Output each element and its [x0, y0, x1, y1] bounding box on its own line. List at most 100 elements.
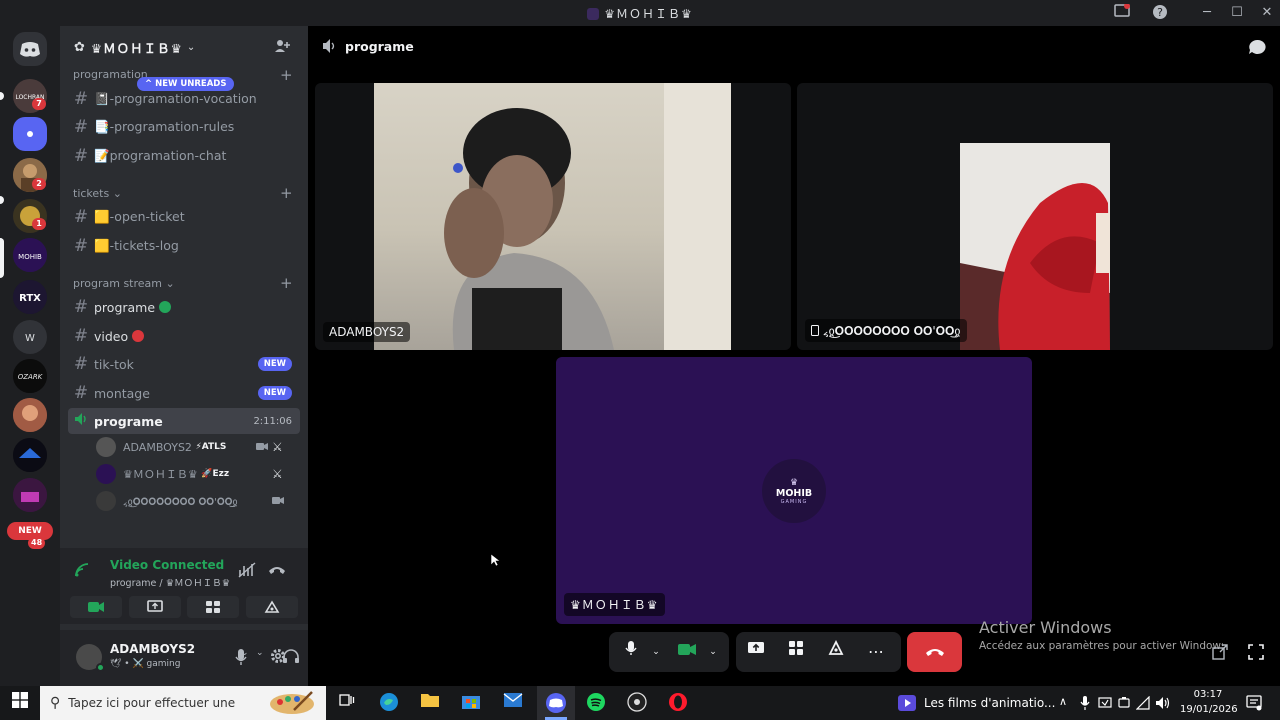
inbox-icon[interactable] — [1113, 3, 1131, 22]
camera-button[interactable] — [70, 596, 122, 618]
server-icon-rtx[interactable]: RTX — [13, 280, 47, 314]
discord-home-icon[interactable] — [13, 32, 47, 66]
notification-center-icon[interactable] — [1246, 695, 1262, 715]
chevron-down-icon[interactable]: ⌄ — [256, 648, 264, 658]
invite-people-icon[interactable] — [274, 38, 290, 58]
activities-button[interactable] — [187, 596, 240, 618]
channel-programation-chat[interactable]: # 📝programation-chat — [68, 143, 300, 169]
volume-icon[interactable] — [1155, 695, 1171, 714]
channel-video[interactable]: # video — [68, 323, 300, 349]
paint-palette-icon — [268, 690, 316, 720]
mention-badge: 1 — [32, 218, 46, 230]
camera-icon — [678, 644, 696, 655]
category-programation[interactable]: programation — [73, 68, 148, 81]
taskbar-search[interactable]: ⚲ Tapez ici pour effectuer une — [40, 686, 326, 720]
share-screen-button[interactable] — [128, 596, 181, 618]
maximize-icon[interactable]: ☐ — [1228, 4, 1246, 22]
settings-gear-icon[interactable] — [270, 648, 286, 668]
server-icon — [587, 8, 600, 20]
hash-icon: # — [73, 236, 89, 256]
headphones-chevron-icon[interactable]: ⌄ — [241, 648, 249, 658]
server-icon-w[interactable]: W — [13, 320, 47, 354]
add-channel-icon[interactable]: + — [280, 274, 293, 292]
pop-out-icon[interactable] — [1212, 644, 1228, 664]
media-player-icon[interactable] — [898, 695, 916, 715]
noise-suppression-icon[interactable] — [238, 562, 256, 582]
server-icon-2[interactable] — [13, 117, 47, 151]
mouse-cursor-icon — [490, 552, 501, 571]
close-icon[interactable]: ✕ — [1258, 4, 1276, 22]
soundboard-button[interactable] — [245, 596, 298, 618]
category-program-stream[interactable]: program stream ⌄ — [73, 277, 175, 290]
voice-user[interactable]: ADAMBOYS2 ⚡ATLS ⚔ — [96, 435, 296, 459]
soundboard-icon — [828, 639, 844, 655]
unread-pip — [0, 196, 4, 204]
microphone-tray-icon[interactable] — [1080, 695, 1090, 714]
microphone-button[interactable] — [618, 639, 644, 665]
clock-date[interactable]: 19/01/2026 — [1180, 704, 1238, 715]
disconnect-icon[interactable] — [268, 562, 286, 581]
video-tile-mohib[interactable]: ♛ MOHIB GAMING ♛ＭＯＨＩＢ♛ — [556, 357, 1032, 624]
hang-up-icon — [925, 649, 944, 656]
minimize-icon[interactable]: ─ — [1198, 4, 1216, 22]
camera-button[interactable] — [674, 639, 700, 665]
channel-open-ticket[interactable]: # 🟨-open-ticket — [68, 204, 300, 230]
avatar — [96, 437, 116, 457]
soundboard-button[interactable] — [823, 639, 849, 665]
camera-options-chevron-icon[interactable]: ⌄ — [700, 639, 726, 665]
category-tickets[interactable]: tickets ⌄ — [73, 187, 122, 200]
server-icon-9[interactable] — [13, 438, 47, 472]
video-tile-participant-2[interactable]: ៹ჲ͜𝐎𝐎𝐎𝐎𝐎𝐎𝐎𝐎 𝐎𝐎'𝐎𝐎͜ჲ — [797, 83, 1273, 350]
leave-call-button[interactable] — [907, 632, 962, 672]
server-header[interactable]: ✿ ♛ＭＯＨＩＢ♛ ⌄ — [60, 26, 308, 68]
help-icon[interactable]: ? — [1151, 4, 1169, 22]
display-tray-icon[interactable] — [1098, 695, 1112, 714]
task-view-icon[interactable] — [336, 692, 358, 714]
chat-bubble-icon[interactable] — [1248, 39, 1266, 59]
video-tile-adamboys2[interactable]: ADAMBOYS2 — [315, 83, 791, 350]
svg-text:RTX: RTX — [19, 293, 41, 304]
obs-icon[interactable] — [626, 692, 648, 714]
spotify-icon[interactable] — [585, 692, 607, 714]
channel-programe[interactable]: # programe — [68, 294, 300, 320]
network-icon[interactable] — [1135, 695, 1150, 714]
voice-subtitle: programe / ♛ＭＯＨＩＢ♛ — [110, 578, 231, 589]
mic-options-chevron-icon[interactable]: ⌄ — [643, 639, 669, 665]
add-channel-icon[interactable]: + — [280, 66, 293, 84]
share-screen-button[interactable] — [743, 639, 769, 665]
server-name: ♛ＭＯＨＩＢ♛ — [90, 40, 183, 56]
activate-windows-subtitle: Accédez aux paramètres pour activer Wind… — [979, 640, 1223, 652]
microsoft-store-icon[interactable] — [460, 692, 482, 714]
channel-montage[interactable]: # montage NEW — [68, 380, 300, 406]
discord-taskbar-item[interactable] — [537, 686, 575, 720]
file-explorer-icon[interactable] — [419, 692, 441, 714]
server-icon-mohib[interactable]: MOHIB — [13, 238, 47, 272]
activities-button[interactable] — [783, 639, 809, 665]
channel-programation-rules[interactable]: # 📑-programation-rules — [68, 114, 300, 140]
opera-icon[interactable] — [667, 692, 689, 714]
edge-icon[interactable] — [378, 692, 400, 714]
server-icon-10[interactable] — [13, 478, 47, 512]
add-channel-icon[interactable]: + — [280, 184, 293, 202]
mail-icon[interactable] — [502, 692, 524, 714]
channel-programation-vocation[interactable]: # 📓-programation-vocation — [68, 86, 300, 112]
channel-tickets-log[interactable]: # 🟨-tickets-log — [68, 233, 300, 259]
active-server-pip — [0, 238, 4, 278]
server-icon-ozark[interactable]: OZARK — [13, 359, 47, 393]
voice-channel-programe[interactable]: programe 2:11:06 — [68, 408, 300, 434]
new-count-badge: 48 — [28, 537, 46, 549]
server-icon-8[interactable] — [13, 398, 47, 432]
windows-start-icon[interactable] — [9, 692, 31, 714]
voice-user[interactable]: ♛ＭＯＨＩＢ♛ 🚀Ezz ⚔ — [96, 462, 296, 486]
more-options-icon[interactable]: ⋯ — [863, 639, 889, 665]
svg-text:W: W — [25, 333, 35, 344]
voice-user[interactable]: ៹ჲ͜𝐎𝐎𝐎𝐎𝐎𝐎𝐎𝐎 𝐎𝐎'𝐎𝐎͜ჲ — [96, 489, 296, 513]
chevron-up-icon[interactable]: ∧ — [1059, 695, 1067, 708]
clock-time[interactable]: 03:17 — [1180, 689, 1236, 700]
channel-tik-tok[interactable]: # tik-tok NEW — [68, 351, 300, 377]
power-tray-icon[interactable] — [1117, 695, 1131, 714]
window-title: ♛ＭＯＨＩＢ♛ — [0, 5, 1280, 22]
speaker-icon — [322, 38, 338, 58]
media-title[interactable]: Les films d'animatio... — [924, 696, 1055, 710]
fullscreen-icon[interactable] — [1248, 644, 1264, 664]
